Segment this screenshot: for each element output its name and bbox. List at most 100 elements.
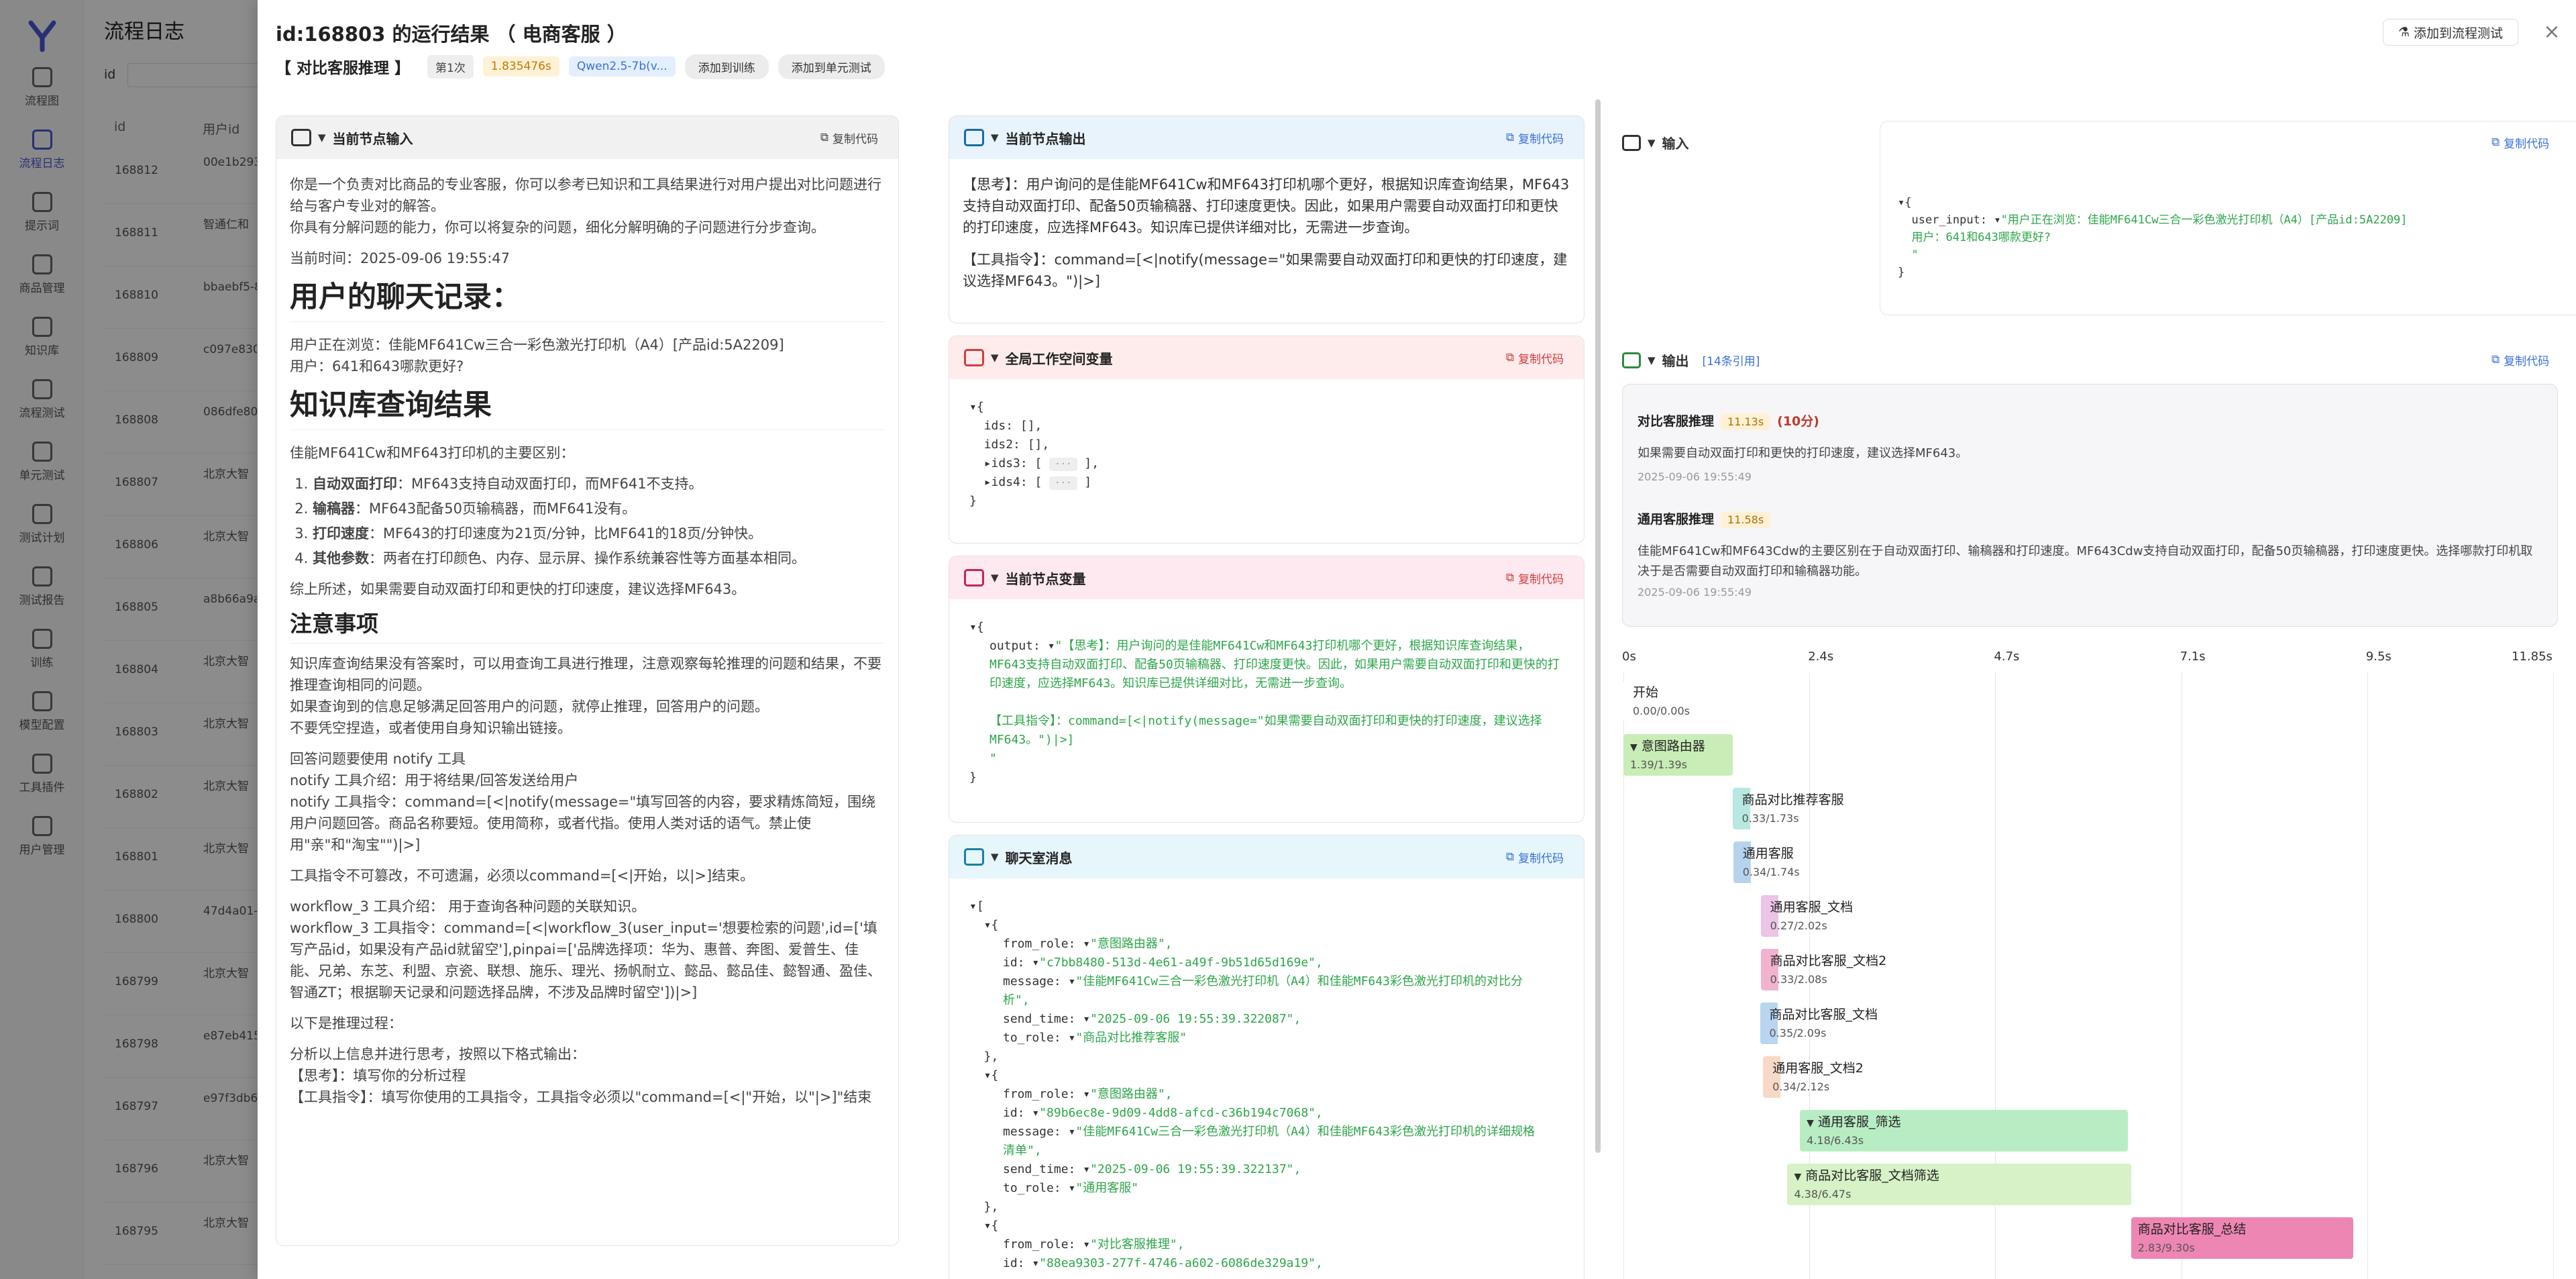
caret-down-icon[interactable]: ▼ [991,851,999,863]
json-value: "2025-09-06 19:55:39.322137", [1090,1162,1301,1176]
chat-messages-title: 聊天室消息 [1005,850,1073,866]
json-value: "89b6ec8e-9d09-4dd8-afcd-c36b194c7068", [1039,1106,1323,1120]
kb-list-item: 其他参数：两者在打印颜色、内存、显示屏、操作系统兼容性等方面基本相同。 [313,548,885,569]
close-icon[interactable]: × [2538,19,2565,46]
md-text: 【工具指令】：填写你使用的工具指令，工具指令必须以"command=[<|"开始… [290,1089,872,1105]
gantt-bar-time: 1.39/1.39s [1630,758,1687,771]
md-text: 用户：641和643哪款更好? [290,358,464,374]
references-link[interactable]: [14条引用] [1703,352,1760,368]
copy-code-button[interactable]: ⧉ 复制代码 [1506,336,1564,379]
copy-code-label: 复制代码 [1518,352,1564,366]
gantt-bar[interactable]: ▼ 商品对比客服_文档筛选 4.38/6.47s [1787,1164,2131,1205]
gantt-bar[interactable]: 通用客服_文档 0.27/2.02s [1760,895,1853,937]
json-value-user-input-2: 用户：641和643哪款更好? [1911,231,2051,244]
json-key-ids4[interactable]: ▸ids4: [ ··· ] [984,475,1091,490]
json-value: "佳能MF641Cw三合一彩色激光打印机（A4）和佳能MF643彩色激光打印机的… [1003,1125,1535,1158]
gantt-tick-label: 11.85s [2512,650,2553,664]
copy-code-button[interactable]: ⧉ 复制代码 [1506,556,1564,599]
json-key: id: [1003,1106,1025,1120]
output-item-compare: 对比客服推理 11.13s (10分) [1638,411,1819,430]
gantt-grid-line [2553,672,2554,1279]
gantt-bar-time: 0.27/2.02s [1770,919,1827,932]
caret-down-icon[interactable]: ▼ [318,132,326,144]
copy-code-button[interactable]: ⧉ 复制代码 [2491,121,2549,164]
gantt-bar[interactable]: 商品对比推荐客服 0.33/1.73s [1732,788,1844,829]
add-to-train-button[interactable]: 添加到训练 [684,54,769,79]
global-vars-header[interactable]: ▼ 全局工作空间变量 ⧉ 复制代码 [949,336,1584,379]
md-text: 以下是推理过程： [290,1015,402,1031]
gantt-bar[interactable]: ▼ 意图路由器 1.39/1.39s [1623,734,1733,776]
json-key-ids3[interactable]: ▸ids3: [ ··· ], [984,456,1099,471]
copy-icon: ⧉ [1505,850,1514,864]
copy-code-button[interactable]: ⧉ 复制代码 [820,116,878,159]
node-output-panel: ▼ 当前节点输出 ⧉ 复制代码 【思考】：用户询问的是佳能MF641Cw和MF64… [949,115,1585,323]
gantt-bar-time: 0.34/2.12s [1772,1080,1830,1093]
caret-down-icon[interactable]: ▼ [1794,1172,1801,1182]
drawer-subheader: 【 对比客服推理 】 第1次 1.835476s Qwen2.5-7b(v...… [276,54,885,79]
md-text: 佳能MF641Cw和MF643打印机的主要区别： [290,445,575,461]
copy-code-button[interactable]: ⧉ 复制代码 [2491,338,2549,381]
node-vars-header[interactable]: ▼ 当前节点变量 ⧉ 复制代码 [949,556,1584,599]
gantt-bar[interactable]: 商品对比客服_总结 2.83/9.30s [2131,1217,2353,1259]
collapsed-pill[interactable]: ··· [1049,476,1077,490]
add-to-flow-test-button[interactable]: ⚗ 添加到流程测试 [2383,19,2519,46]
copy-code-label: 复制代码 [1518,572,1564,586]
md-text: workflow_3 工具介绍： 用于查询各种问题的关联知识。 [290,899,646,915]
chat-msg-field: to_role: ▾"通用客服" [1003,1181,1139,1195]
kb-item-term: 其他参数 [313,550,369,566]
chat-icon [964,848,984,866]
caret-down-icon[interactable]: ▼ [991,572,999,584]
flow-output-title: 输出 [1662,353,1689,369]
json-value: "c7bb8480-513d-4e61-a49f-9b51d65d169e", [1039,956,1323,970]
gantt-bar[interactable]: 开始 0.00/0.00s [1623,680,1690,722]
variable-icon [964,349,984,366]
json-key-ids2[interactable]: ids2: [], [984,438,1050,452]
md-text: 【思考】：填写你的分析过程 [290,1068,466,1084]
add-to-unit-test-button[interactable]: 添加到单元测试 [777,54,885,79]
caret-down-icon[interactable]: ▼ [1630,742,1638,753]
gantt-bar-name: 开始 [1633,685,1659,700]
gantt-bar[interactable]: ▼ 通用客服_筛选 4.18/6.43s [1800,1110,2129,1152]
panel-scrollbar[interactable] [1595,99,1601,1153]
run-count-badge: 第1次 [427,54,474,79]
json-key-ids[interactable]: ids: [], [984,419,1042,433]
caret-down-icon[interactable]: ▼ [1648,354,1656,366]
json-key: id: [1003,1256,1025,1270]
copy-code-label: 复制代码 [2504,354,2550,368]
node-vars-panel: ▼ 当前节点变量 ⧉ 复制代码 ▾{ output: ▾"【思考】：用户询问的是佳… [949,556,1585,823]
gantt-bar[interactable]: 商品对比客服_文档 0.35/2.09s [1760,1003,1878,1044]
node-output-title: 当前节点输出 [1005,130,1086,147]
gantt-bar-name: 商品对比客服_文档筛选 [1805,1168,1939,1183]
output-item-text: 如果需要自动双面打印和更快的打印速度，建议选择MF643。 [1638,446,1968,460]
md-text: 当前时间：2025-09-06 19:55:47 [290,250,511,266]
gantt-bar[interactable]: 通用客服 0.34/1.74s [1733,841,1800,883]
copy-code-button[interactable]: ⧉ 复制代码 [1506,835,1564,878]
flow-output-header[interactable]: ▼ 输出 [14条引用] [1622,350,1760,370]
duration-badge: 1.835476s [482,56,559,76]
gantt-bar[interactable]: 商品对比客服_文档2 0.33/2.08s [1760,949,1886,990]
node-input-markdown: 你是一个负责对比商品的专业客服，你可以参考已知识和工具结果进行对用户提出对比问题… [276,159,898,1245]
node-input-header[interactable]: ▼ 当前节点输入 ⧉ 复制代码 [276,116,898,159]
gantt-bar[interactable]: 通用客服_文档2 0.34/2.12s [1763,1056,1864,1098]
copy-code-button[interactable]: ⧉ 复制代码 [1506,116,1564,159]
gantt-bar-name: 商品对比客服_文档2 [1770,954,1887,968]
json-value: "88ea9303-277f-4746-a602-6086de329a19", [1039,1256,1323,1270]
chat-messages-header[interactable]: ▼ 聊天室消息 ⧉ 复制代码 [949,835,1584,878]
json-value-output: "【思考】：用户询问的是佳能MF641Cw和MF643打印机哪个更好，根据知识库… [989,639,1560,690]
flow-input-header[interactable]: ▼ 输入 [1622,133,1689,152]
copy-code-label: 复制代码 [2504,137,2550,151]
caret-down-icon[interactable]: ▼ [1807,1118,1814,1129]
md-text: 知识库查询结果没有答案时，可以用查询工具进行推理，注意观察每轮推理的问题和结果，… [290,656,881,693]
collapsed-pill[interactable]: ··· [1049,458,1077,471]
caret-down-icon[interactable]: ▼ [991,132,999,144]
output-item-score: (10分) [1777,414,1819,429]
gantt-bar-time: 4.38/6.47s [1794,1188,1851,1200]
caret-down-icon[interactable]: ▼ [1648,137,1656,149]
caret-down-icon[interactable]: ▼ [991,352,999,364]
gantt-bar-name: 商品对比推荐客服 [1741,792,1844,807]
gantt-bar-time: 2.83/9.30s [2137,1241,2195,1254]
global-vars-json: ▾{ ids: [], ids2: [], ▸ids3: [ ··· ], ▸i… [969,400,1099,508]
run-result-drawer: id:168803 的运行结果 （ 电商客服 ） 【 对比客服推理 】 第1次 … [258,0,2576,1279]
node-name: 【 对比客服推理 】 [276,60,411,77]
node-output-header[interactable]: ▼ 当前节点输出 ⧉ 复制代码 [949,116,1584,159]
